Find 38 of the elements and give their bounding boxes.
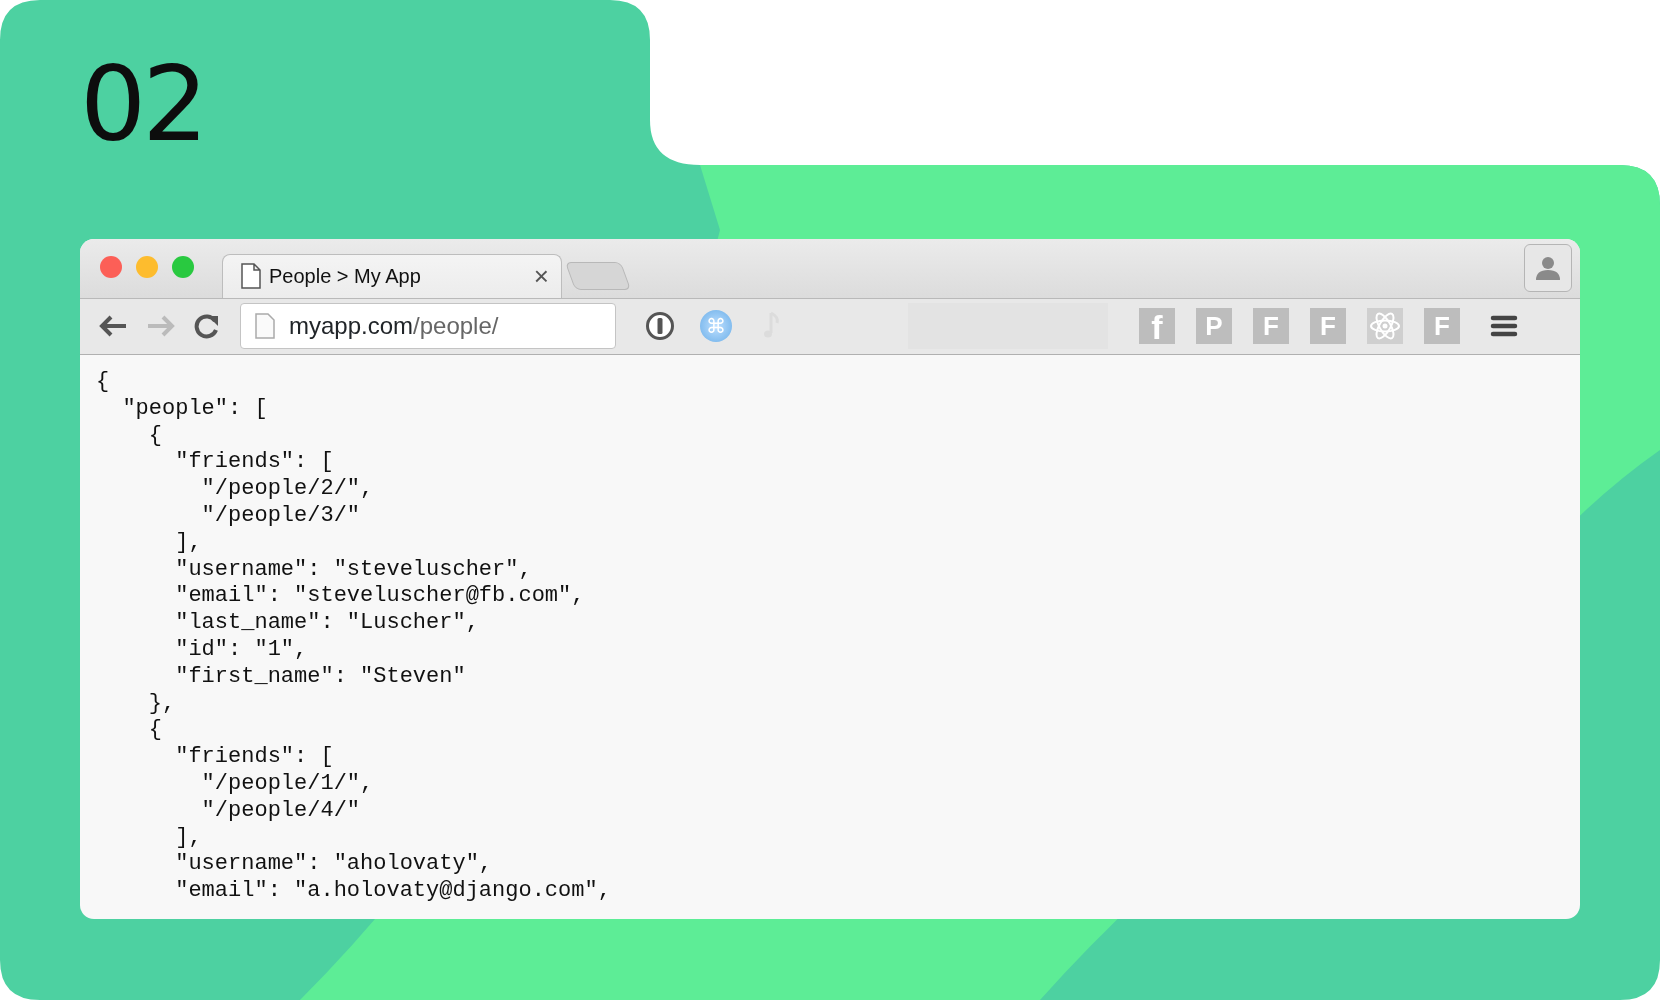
code-line: "/people/3/" — [200, 503, 362, 530]
address-field[interactable]: myapp.com/people/ — [240, 303, 616, 350]
person-icon — [1535, 256, 1561, 281]
code-line: "/people/4/" — [200, 797, 362, 825]
code-line: "username": "steveluscher", — [174, 556, 533, 584]
code-line: "id": "1", — [174, 637, 309, 664]
bookmark-button[interactable]: F — [1253, 308, 1289, 345]
page-icon — [255, 313, 275, 340]
close-tab-button[interactable]: × — [533, 263, 549, 290]
code-line: { — [147, 717, 163, 745]
code-line: "people": [ — [121, 395, 269, 423]
bookmark-button[interactable]: F — [1310, 308, 1346, 345]
code-line: "/people/2/", — [200, 476, 375, 504]
code-line: "friends": [ — [174, 449, 335, 477]
code-line: "email": "steveluscher@fb.com", — [174, 583, 586, 611]
code-line: { — [96, 369, 111, 396]
code-line: { — [147, 422, 163, 450]
code-line: ], — [174, 529, 203, 557]
zoom-light[interactable] — [172, 256, 194, 279]
bookmark-button[interactable]: P — [1196, 308, 1232, 345]
profile-button[interactable] — [1524, 244, 1572, 293]
atom-bookmark-button[interactable] — [1367, 308, 1403, 345]
close-light[interactable] — [100, 256, 122, 279]
browser-tab[interactable]: People > My App × — [222, 253, 562, 298]
code-line: "first_name": "Steven" — [174, 663, 467, 691]
slide-number: 02 — [80, 52, 205, 147]
tab-title: People > My App — [269, 264, 421, 290]
code-line: "/people/1/", — [200, 771, 375, 798]
bookmark-button[interactable]: f — [1139, 308, 1175, 345]
code-line: }, — [147, 690, 177, 718]
minimize-light[interactable] — [136, 256, 158, 279]
code-line: "email": "a.holovaty@django.com", — [174, 878, 612, 905]
code-line: "username": "aholovaty", — [174, 851, 494, 879]
bookmark-button[interactable]: F — [1424, 308, 1460, 345]
code-line: ], — [174, 824, 203, 852]
code-line: "friends": [ — [174, 744, 335, 771]
code-line: "last_name": "Luscher", — [174, 610, 480, 638]
page-icon — [241, 263, 261, 290]
